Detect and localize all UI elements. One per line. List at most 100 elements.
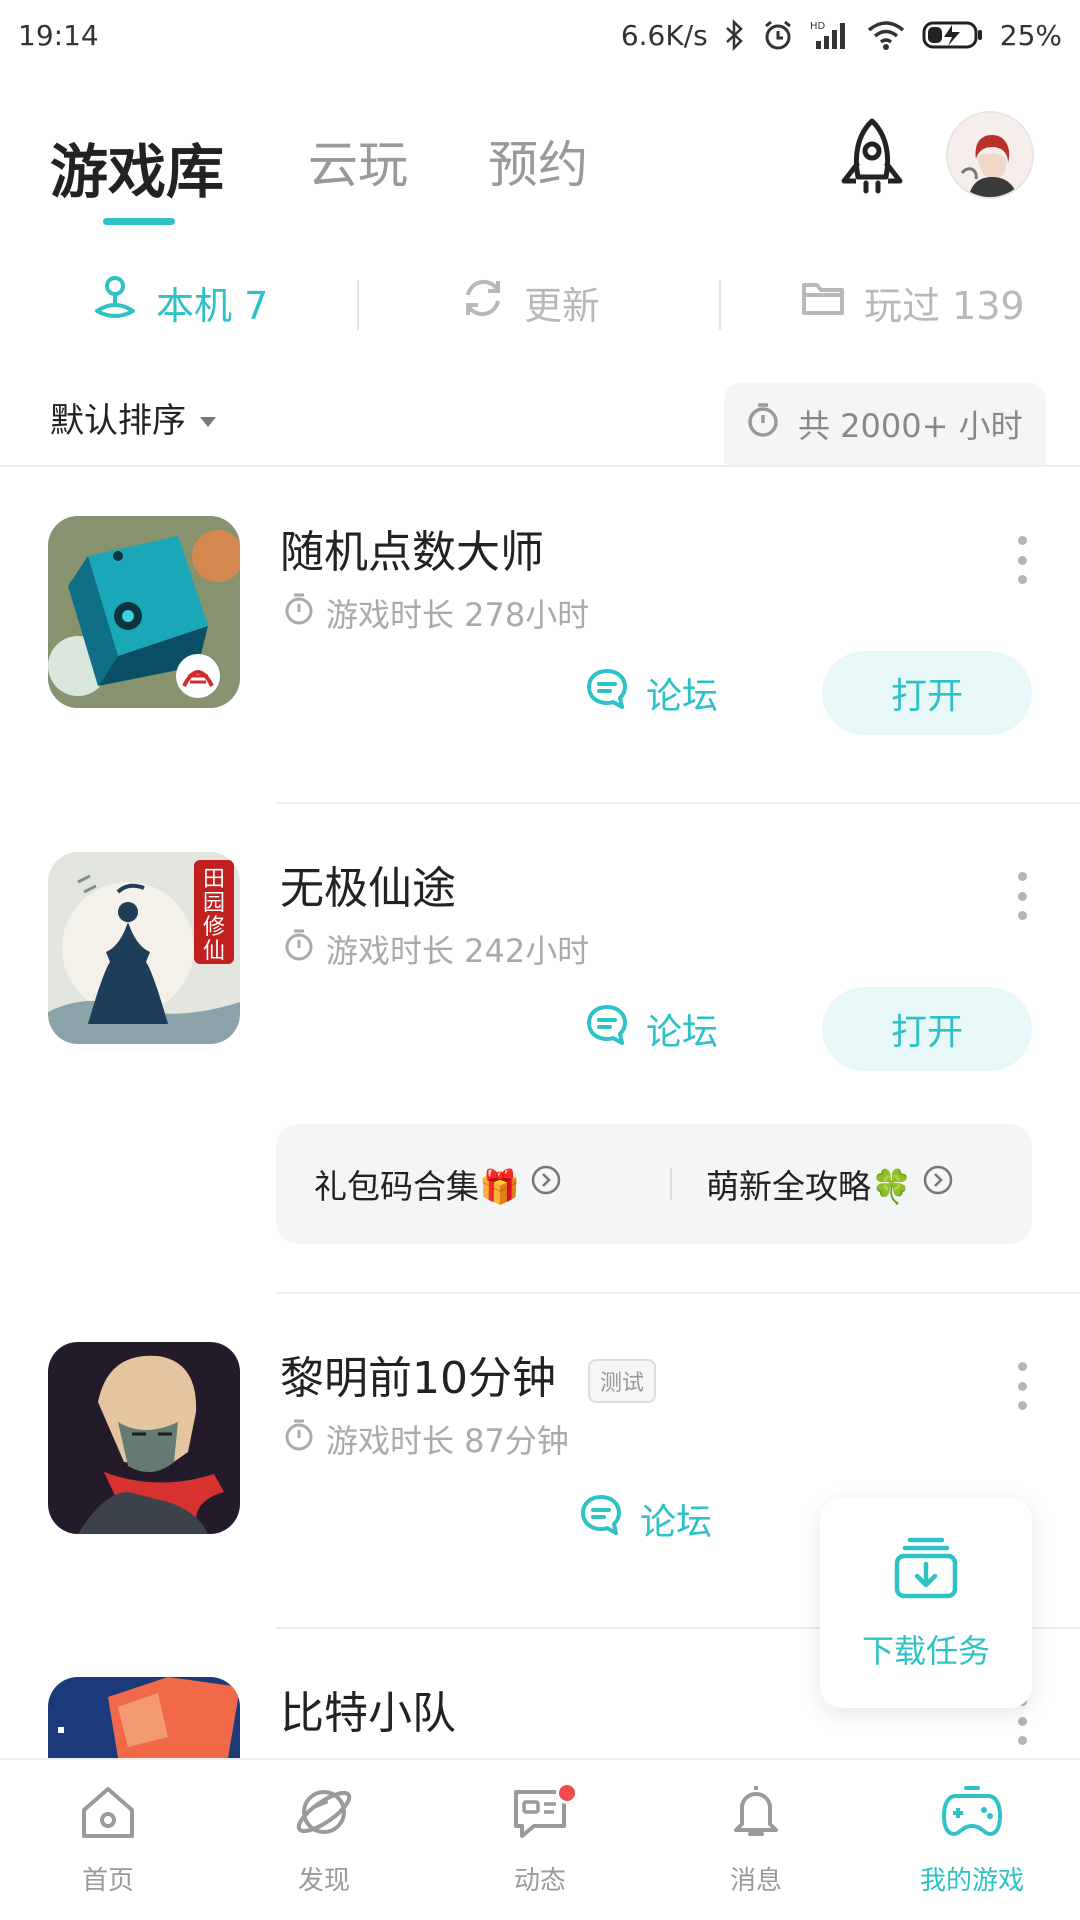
promo-links: 礼包码合集🎁 萌新全攻略🍀 <box>276 1124 1032 1244</box>
caret-down-icon <box>200 416 216 427</box>
top-header: 游戏库 云玩 预约 <box>0 95 1080 245</box>
total-playtime-box: 共 2000+ 小时 <box>724 383 1046 465</box>
forum-icon <box>584 1002 630 1057</box>
download-task-label: 下载任务 <box>861 1632 990 1670</box>
signal-hd-icon: HD <box>810 19 850 51</box>
nav-my-games-label: 我的游戏 <box>919 1866 1024 1896</box>
more-options-icon[interactable] <box>1010 536 1034 584</box>
sort-dropdown[interactable]: 默认排序 <box>50 393 216 442</box>
nav-home-label: 首页 <box>81 1866 134 1896</box>
filter-played-label: 玩过 139 <box>864 283 1025 328</box>
forum-button[interactable]: 论坛 <box>584 994 718 1064</box>
filter-tabs: 本机 7 更新 玩过 139 <box>0 262 1080 342</box>
promo-link-giftcode[interactable]: 礼包码合集🎁 <box>314 1124 562 1244</box>
nav-messages[interactable]: 消息 <box>686 1780 826 1897</box>
more-options-icon[interactable] <box>1010 872 1034 920</box>
nav-discover[interactable]: 发现 <box>254 1780 394 1897</box>
promo-divider <box>670 1168 672 1200</box>
net-speed: 6.6K/s <box>620 18 708 52</box>
divider <box>0 465 1080 467</box>
timer-icon <box>282 1418 316 1460</box>
game-playtime-text: 游戏时长 278小时 <box>326 596 590 634</box>
bell-icon <box>724 1780 788 1848</box>
svg-text:HD: HD <box>810 21 826 32</box>
avatar[interactable] <box>946 111 1034 199</box>
open-button[interactable]: 打开 <box>822 987 1032 1071</box>
forum-label: 论坛 <box>646 1012 719 1053</box>
svg-text:修: 修 <box>203 915 225 940</box>
divider <box>276 802 1080 804</box>
joystick-icon <box>92 275 138 330</box>
game-icon-10-minutes-till-dawn[interactable] <box>48 1342 240 1534</box>
svg-text:园: 园 <box>203 891 225 916</box>
game-title: 比特小队 <box>280 1688 456 1739</box>
forum-button[interactable]: 论坛 <box>578 1484 712 1554</box>
active-tab-indicator <box>103 218 175 225</box>
filter-update-label: 更新 <box>524 283 601 328</box>
forum-icon <box>584 666 630 721</box>
download-icon <box>892 1534 960 1606</box>
bottom-nav: 首页 发现 动态 消息 我的游戏 <box>0 1758 1080 1920</box>
forum-label: 论坛 <box>646 676 719 717</box>
chevron-right-icon <box>530 1164 562 1204</box>
tab-game-library[interactable]: 游戏库 <box>50 125 224 209</box>
forum-icon <box>578 1492 624 1547</box>
game-icon-bit-squad[interactable] <box>48 1677 240 1758</box>
filter-played[interactable]: 玩过 139 <box>800 262 1025 342</box>
svg-text:田: 田 <box>203 867 225 892</box>
filter-divider <box>719 280 721 330</box>
tab-cloud-play[interactable]: 云玩 <box>308 125 408 197</box>
game-title-text: 黎明前10分钟 <box>280 1353 556 1404</box>
game-playtime: 游戏时长 87分钟 <box>282 1416 569 1462</box>
promo-giftcode-label: 礼包码合集🎁 <box>314 1167 521 1206</box>
promo-guide-label: 萌新全攻略🍀 <box>706 1167 913 1206</box>
filter-update[interactable]: 更新 <box>460 262 600 342</box>
folder-icon <box>800 275 846 330</box>
nav-my-games[interactable]: 我的游戏 <box>902 1780 1042 1897</box>
filter-local[interactable]: 本机 7 <box>92 262 268 342</box>
filter-divider <box>357 280 359 330</box>
nav-discover-label: 发现 <box>297 1866 350 1896</box>
status-time: 19:14 <box>18 18 99 52</box>
promo-link-guide[interactable]: 萌新全攻略🍀 <box>706 1124 954 1244</box>
game-title: 黎明前10分钟 测试 <box>280 1342 657 1406</box>
bluetooth-icon <box>724 19 746 51</box>
planet-icon <box>292 1780 356 1848</box>
timer-icon <box>282 928 316 970</box>
nav-home[interactable]: 首页 <box>38 1780 178 1897</box>
chevron-right-icon <box>922 1164 954 1204</box>
home-icon <box>76 1780 140 1848</box>
game-title: 无极仙途 <box>280 863 456 914</box>
battery-charging-icon <box>922 20 984 50</box>
notification-badge <box>556 1782 578 1804</box>
open-button[interactable]: 打开 <box>822 651 1032 735</box>
filter-local-label: 本机 7 <box>156 283 269 328</box>
total-playtime: 共 2000+ 小时 <box>798 407 1023 445</box>
alarm-icon <box>762 19 794 51</box>
refresh-icon <box>460 275 506 330</box>
more-options-icon[interactable] <box>1010 1362 1034 1410</box>
timer-icon <box>744 401 782 447</box>
wifi-icon <box>866 19 906 51</box>
game-title: 随机点数大师 <box>280 527 544 578</box>
game-playtime: 游戏时长 242小时 <box>282 926 589 972</box>
divider <box>276 1292 1080 1294</box>
game-icon-dice-master[interactable] <box>48 516 240 708</box>
status-bar: 19:14 6.6K/s HD 25% <box>0 0 1080 70</box>
nav-messages-label: 消息 <box>729 1866 782 1896</box>
forum-label: 论坛 <box>640 1502 713 1543</box>
gamepad-icon <box>940 1780 1004 1848</box>
rocket-icon[interactable] <box>832 115 912 205</box>
svg-text:仙: 仙 <box>203 939 225 964</box>
nav-feed-label: 动态 <box>513 1866 566 1896</box>
forum-button[interactable]: 论坛 <box>584 658 718 728</box>
timer-icon <box>282 592 316 634</box>
download-task-button[interactable]: 下载任务 <box>820 1498 1032 1708</box>
battery-percent: 25% <box>999 18 1062 52</box>
tab-reservation[interactable]: 预约 <box>488 125 588 197</box>
test-badge: 测试 <box>588 1359 657 1403</box>
sort-row: 默认排序 共 2000+ 小时 <box>0 383 1080 465</box>
game-icon-wuji-xiantu[interactable]: 田 园 修 仙 <box>48 852 240 1044</box>
nav-feed[interactable]: 动态 <box>470 1780 610 1897</box>
game-playtime-text: 游戏时长 87分钟 <box>326 1422 569 1460</box>
